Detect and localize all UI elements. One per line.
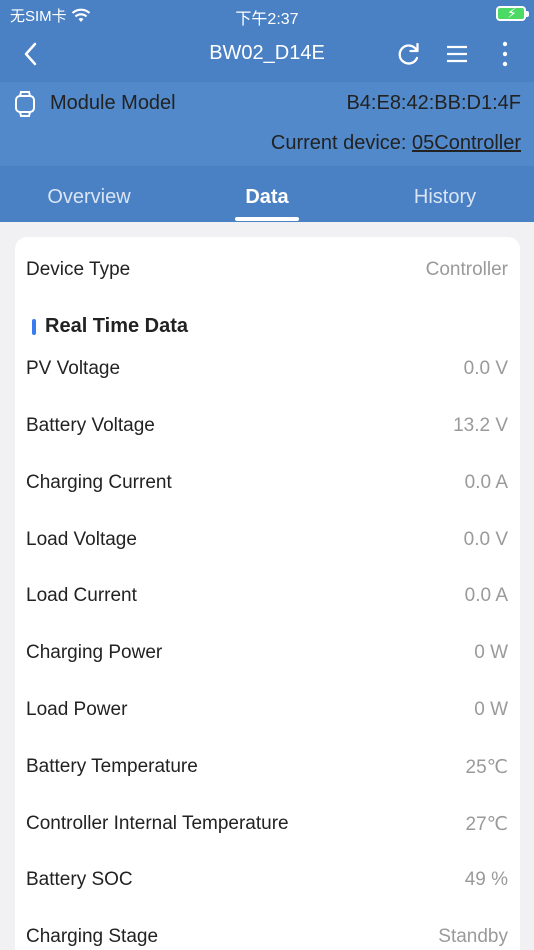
data-row: Charging Stage Standby	[26, 922, 508, 950]
tab-overview[interactable]: Overview	[0, 186, 178, 209]
row-value: 49 %	[464, 869, 508, 890]
section-title: Real Time Data	[45, 315, 189, 337]
more-vertical-icon	[502, 41, 508, 67]
tab-bar: Overview Data History	[0, 166, 534, 222]
row-value: 25℃	[465, 756, 508, 778]
module-model-label: Module Model	[50, 92, 176, 114]
row-value: 0 W	[474, 699, 508, 720]
data-card: Device Type Controller Real Time Data PV…	[15, 237, 520, 950]
row-value: 0.0 V	[463, 529, 508, 550]
row-label: Battery Temperature	[26, 756, 198, 777]
section-accent-bar	[32, 318, 36, 335]
watch-icon	[15, 91, 35, 117]
row-label: Battery SOC	[26, 869, 133, 890]
row-value: 0.0 A	[464, 585, 508, 606]
row-value: Standby	[438, 926, 508, 947]
tab-active-indicator	[235, 217, 299, 221]
status-bar: 无SIM卡 下午2:37 ⚡	[0, 0, 534, 30]
battery-icon: ⚡	[496, 5, 529, 21]
data-row: Battery Temperature 25℃	[26, 752, 508, 782]
row-value: 0.0 V	[463, 358, 508, 379]
section-header: Real Time Data	[32, 315, 188, 338]
data-row: Load Power 0 W	[26, 695, 508, 725]
current-device-label: Current device:	[270, 132, 413, 154]
refresh-icon	[398, 42, 419, 65]
row-label: Charging Stage	[26, 926, 159, 947]
current-device: Current device: 05Controller	[271, 132, 521, 155]
list-icon	[447, 45, 467, 63]
tab-history[interactable]: History	[356, 186, 534, 209]
data-row: Controller Internal Temperature 27℃	[26, 809, 508, 839]
row-label: Battery Voltage	[26, 415, 155, 436]
more-options-button[interactable]	[492, 40, 518, 68]
tab-data[interactable]: Data	[178, 186, 356, 209]
refresh-button[interactable]	[396, 40, 422, 68]
current-device-link[interactable]: 05Controller	[412, 132, 521, 154]
row-value: 0 W	[474, 642, 508, 663]
row-label: Load Current	[26, 585, 137, 606]
data-row: Battery SOC 49 %	[26, 865, 508, 895]
device-type-row: Device Type Controller	[26, 255, 508, 285]
row-label: PV Voltage	[26, 358, 121, 379]
list-menu-button[interactable]	[444, 40, 470, 68]
data-row: PV Voltage 0.0 V	[26, 354, 508, 384]
row-label: Load Power	[26, 699, 128, 720]
top-bar: 无SIM卡 下午2:37 ⚡ BW02_D14E	[0, 0, 534, 82]
row-label: Charging Power	[26, 642, 163, 663]
data-row: Charging Current 0.0 A	[26, 468, 508, 498]
data-row: Load Current 0.0 A	[26, 581, 508, 611]
module-info: Module Model B4:E8:42:BB:D1:4F Current d…	[0, 82, 534, 166]
row-label: Load Voltage	[26, 529, 137, 550]
data-row: Charging Power 0 W	[26, 638, 508, 668]
data-row: Load Voltage 0.0 V	[26, 525, 508, 555]
nav-bar: BW02_D14E	[0, 30, 534, 82]
mac-address: B4:E8:42:BB:D1:4F	[346, 92, 521, 114]
device-type-value: Controller	[425, 259, 508, 280]
data-row: Battery Voltage 13.2 V	[26, 411, 508, 441]
device-type-label: Device Type	[26, 259, 131, 280]
row-value: 27℃	[465, 813, 508, 835]
status-time: 下午2:37	[235, 11, 299, 28]
row-label: Charging Current	[26, 472, 172, 493]
row-value: 0.0 A	[464, 472, 508, 493]
row-value: 13.2 V	[453, 415, 508, 436]
row-label: Controller Internal Temperature	[26, 813, 289, 834]
